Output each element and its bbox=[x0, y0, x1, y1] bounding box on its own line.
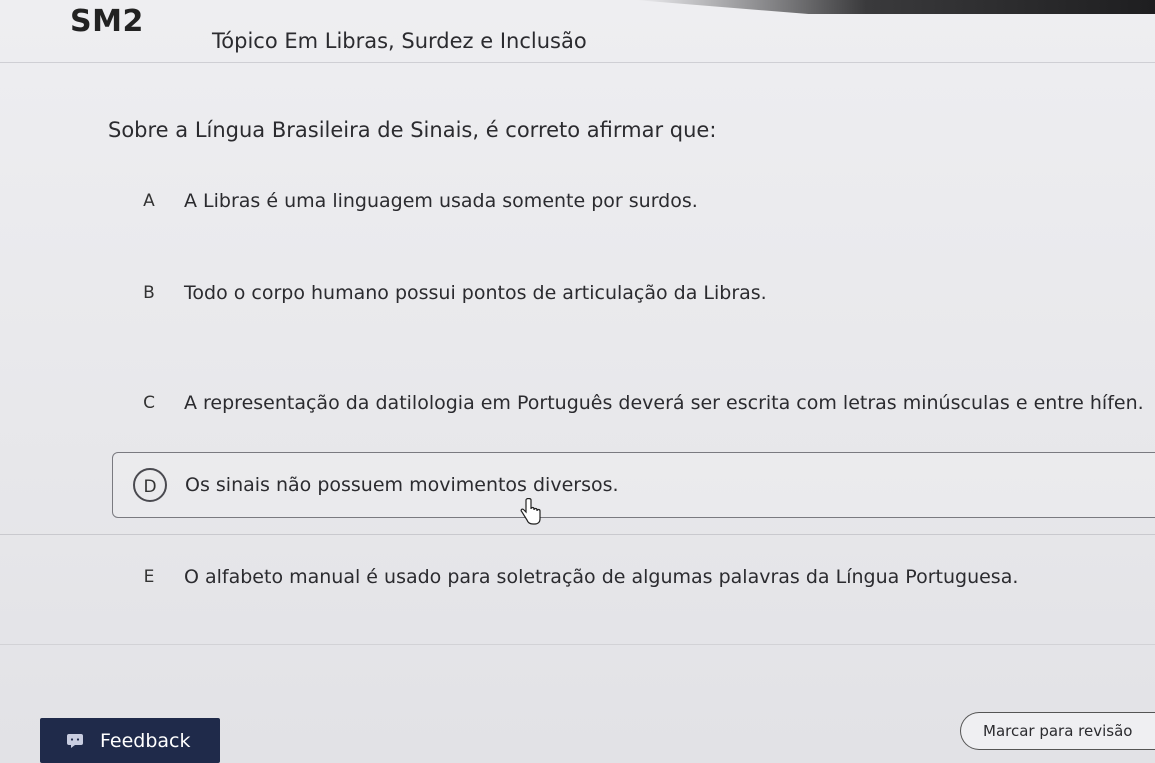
page-header: SM2 Tópico Em Libras, Surdez e Inclusão bbox=[0, 0, 1155, 63]
option-c[interactable]: C A representação da datilologia em Port… bbox=[112, 372, 1155, 434]
option-letter: D bbox=[133, 468, 167, 502]
option-letter: E bbox=[143, 567, 155, 587]
hand-cursor-icon bbox=[520, 498, 541, 525]
option-a[interactable]: A A Libras é uma linguagem usada somente… bbox=[112, 170, 1155, 232]
feedback-label: Feedback bbox=[100, 729, 191, 752]
option-text: A representação da datilologia em Portug… bbox=[184, 392, 1144, 414]
option-text: O alfabeto manual é usado para soletraçã… bbox=[184, 566, 1019, 588]
option-text: Todo o corpo humano possui pontos de art… bbox=[184, 282, 767, 304]
option-d[interactable]: D Os sinais não possuem movimentos diver… bbox=[112, 452, 1155, 518]
divider bbox=[0, 644, 1155, 645]
chat-icon bbox=[67, 733, 83, 748]
subject-code: SM2 bbox=[70, 4, 144, 39]
mark-for-review-button[interactable]: Marcar para revisão bbox=[960, 712, 1155, 750]
question-text: Sobre a Língua Brasileira de Sinais, é c… bbox=[108, 118, 717, 142]
option-b[interactable]: B Todo o corpo humano possui pontos de a… bbox=[112, 262, 1155, 324]
option-letter: C bbox=[143, 393, 155, 413]
divider bbox=[0, 534, 1155, 535]
option-e[interactable]: E O alfabeto manual é usado para soletra… bbox=[112, 546, 1155, 608]
option-letter: B bbox=[143, 283, 155, 303]
option-letter: A bbox=[143, 191, 155, 211]
feedback-button[interactable]: Feedback bbox=[40, 718, 220, 763]
topic-title: Tópico Em Libras, Surdez e Inclusão bbox=[212, 29, 587, 53]
option-text: A Libras é uma linguagem usada somente p… bbox=[184, 190, 698, 212]
option-text: Os sinais não possuem movimentos diverso… bbox=[185, 474, 619, 496]
quiz-screen: SM2 Tópico Em Libras, Surdez e Inclusão … bbox=[0, 0, 1155, 763]
review-label: Marcar para revisão bbox=[983, 722, 1133, 740]
